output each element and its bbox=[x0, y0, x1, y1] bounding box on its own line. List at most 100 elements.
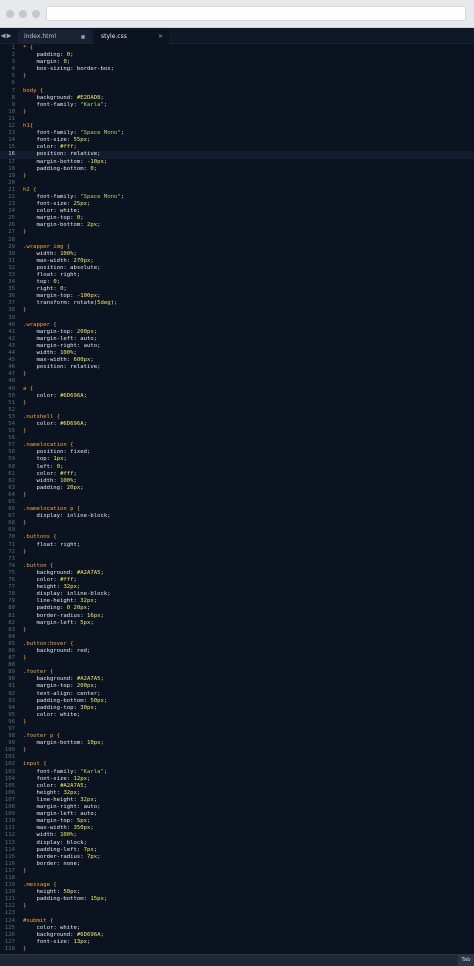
code-line[interactable]: 80 padding: 0 20px; bbox=[0, 605, 474, 612]
code-line[interactable]: 70 .buttons { bbox=[0, 534, 474, 541]
code-line[interactable]: 42 margin-left: auto; bbox=[0, 336, 474, 343]
code-line[interactable]: 64} bbox=[0, 492, 474, 499]
code-line[interactable]: 8 background: #E2DAD8; bbox=[0, 95, 474, 102]
code-line[interactable]: 90 background: #A2A7A5; bbox=[0, 676, 474, 683]
code-line[interactable]: 109 margin-left: auto; bbox=[0, 811, 474, 818]
code-line[interactable]: 16 position: relative; bbox=[0, 151, 474, 159]
code-line[interactable]: 126 background: #6D696A; bbox=[0, 932, 474, 939]
code-line[interactable]: 91 margin-top: 200px; bbox=[0, 683, 474, 690]
code-line[interactable]: 37 transform: rotate(5deg); bbox=[0, 300, 474, 307]
code-line[interactable]: 47} bbox=[0, 371, 474, 378]
tab-nav-arrows[interactable]: ◀▶ bbox=[0, 30, 14, 42]
code-line[interactable]: 32 position: absolute; bbox=[0, 265, 474, 272]
code-editor[interactable]: 1 * {2 padding: 0; 3 margin: 0; 4 box-sizin… bbox=[0, 45, 474, 954]
code-line[interactable]: 22 font-family: "Space Mono"; bbox=[0, 194, 474, 201]
code-line[interactable]: 41 margin-top: 200px; bbox=[0, 329, 474, 336]
code-line[interactable]: 53 .nutshell { bbox=[0, 414, 474, 421]
code-line[interactable]: 59 top: 1px; bbox=[0, 456, 474, 463]
code-line[interactable]: 88 bbox=[0, 662, 474, 669]
window-control-dot[interactable] bbox=[6, 10, 14, 18]
code-line[interactable]: 114 padding-left: 7px; bbox=[0, 847, 474, 854]
code-line[interactable]: 25 margin-top: 0; bbox=[0, 215, 474, 222]
code-line[interactable]: 127 font-size: 13px; bbox=[0, 939, 474, 946]
code-line[interactable]: 1 * { bbox=[0, 45, 474, 52]
code-line[interactable]: 96} bbox=[0, 719, 474, 726]
code-line[interactable]: 83} bbox=[0, 627, 474, 634]
code-line[interactable]: 17 margin-bottom: -10px; bbox=[0, 159, 474, 166]
code-line[interactable]: 54 color: #6D696A; bbox=[0, 421, 474, 428]
code-line[interactable]: 51} bbox=[0, 400, 474, 407]
code-line[interactable]: 121 padding-bottom: 15px; bbox=[0, 896, 474, 903]
code-line[interactable]: 65 bbox=[0, 499, 474, 506]
code-line[interactable]: 115 border-radius: 7px; bbox=[0, 854, 474, 861]
code-line[interactable]: 113 display: block; bbox=[0, 840, 474, 847]
code-line[interactable]: 117} bbox=[0, 868, 474, 875]
code-line[interactable]: 87} bbox=[0, 655, 474, 662]
code-line[interactable]: 61 color: #fff; bbox=[0, 471, 474, 478]
tab-style-css[interactable]: style.css ✕ bbox=[95, 30, 169, 44]
code-line[interactable]: 6 bbox=[0, 80, 474, 87]
code-line[interactable]: 128} bbox=[0, 946, 474, 953]
close-icon[interactable]: ✕ bbox=[158, 30, 163, 44]
code-line[interactable]: 82 margin-left: 5px; bbox=[0, 620, 474, 627]
code-line[interactable]: 71 float: right; bbox=[0, 542, 474, 549]
code-line[interactable]: 106 height: 32px; bbox=[0, 790, 474, 797]
code-line[interactable]: 24 color: white; bbox=[0, 208, 474, 215]
code-line[interactable]: 94 padding-top: 30px; bbox=[0, 705, 474, 712]
code-line[interactable]: 76 color: #fff; bbox=[0, 577, 474, 584]
code-line[interactable]: 56 bbox=[0, 435, 474, 442]
code-line[interactable]: 11 bbox=[0, 116, 474, 123]
code-line[interactable]: 81 border-radius: 16px; bbox=[0, 613, 474, 620]
code-line[interactable]: 34 top: 0; bbox=[0, 279, 474, 286]
code-line[interactable]: 99 margin-bottom: 10px; bbox=[0, 740, 474, 747]
code-line[interactable]: 18 padding-bottom: 0; bbox=[0, 166, 474, 173]
code-line[interactable]: 108 margin-right: auto; bbox=[0, 804, 474, 811]
code-line[interactable]: 98 .footer p { bbox=[0, 733, 474, 740]
code-line[interactable]: 101 bbox=[0, 754, 474, 761]
code-line[interactable]: 9 font-family: "Karla"; bbox=[0, 102, 474, 109]
code-line[interactable]: 75 background: #A2A7A5; bbox=[0, 570, 474, 577]
code-line[interactable]: 89 .footer { bbox=[0, 669, 474, 676]
code-line[interactable]: 38} bbox=[0, 307, 474, 314]
code-line[interactable]: 105 color: #A2A7A5; bbox=[0, 783, 474, 790]
code-line[interactable]: 29 .wrapper img { bbox=[0, 244, 474, 251]
code-line[interactable]: 97 bbox=[0, 726, 474, 733]
code-line[interactable]: 48 bbox=[0, 378, 474, 385]
code-line[interactable]: 84 bbox=[0, 634, 474, 641]
code-line[interactable]: 111 max-width: 350px; bbox=[0, 825, 474, 832]
code-line[interactable]: 123 bbox=[0, 910, 474, 917]
code-line[interactable]: 26 margin-bottom: 2px; bbox=[0, 222, 474, 229]
code-line[interactable]: 116 border: none; bbox=[0, 861, 474, 868]
code-line[interactable]: 100} bbox=[0, 747, 474, 754]
code-line[interactable]: 125 color: white; bbox=[0, 925, 474, 932]
code-line[interactable]: 21 h2 { bbox=[0, 187, 474, 194]
code-line[interactable]: 10} bbox=[0, 109, 474, 116]
code-line[interactable]: 45 max-width: 600px; bbox=[0, 357, 474, 364]
code-line[interactable]: 7 body { bbox=[0, 88, 474, 95]
code-line[interactable]: 92 text-align: center; bbox=[0, 691, 474, 698]
code-line[interactable]: 36 margin-top: -100px; bbox=[0, 293, 474, 300]
code-line[interactable]: 60 left: 0; bbox=[0, 464, 474, 471]
code-line[interactable]: 63 padding: 20px; bbox=[0, 485, 474, 492]
code-line[interactable]: 110 margin-top: 5px; bbox=[0, 818, 474, 825]
code-line[interactable]: 102 input { bbox=[0, 761, 474, 768]
code-line[interactable]: 79 line-height: 32px; bbox=[0, 598, 474, 605]
code-line[interactable]: 107 line-height: 32px; bbox=[0, 797, 474, 804]
code-line[interactable]: 77 height: 32px; bbox=[0, 584, 474, 591]
code-line[interactable]: 69 bbox=[0, 527, 474, 534]
code-line[interactable]: 27} bbox=[0, 229, 474, 236]
code-line[interactable]: 73 bbox=[0, 556, 474, 563]
code-line[interactable]: 43 margin-right: auto; bbox=[0, 343, 474, 350]
address-bar[interactable] bbox=[46, 6, 466, 21]
code-line[interactable]: 49 a { bbox=[0, 386, 474, 393]
window-control-dot[interactable] bbox=[32, 10, 40, 18]
code-line[interactable]: 23 font-size: 25px; bbox=[0, 201, 474, 208]
code-line[interactable]: 30 width: 100%; bbox=[0, 251, 474, 258]
code-line[interactable]: 13 font-family: "Space Mono"; bbox=[0, 130, 474, 137]
code-line[interactable]: 12 h1{ bbox=[0, 123, 474, 130]
code-line[interactable]: 19} bbox=[0, 173, 474, 180]
code-line[interactable]: 78 display: inline-block; bbox=[0, 591, 474, 598]
code-line[interactable]: 124 #submit { bbox=[0, 918, 474, 925]
code-line[interactable]: 112 width: 100%; bbox=[0, 832, 474, 839]
code-line[interactable]: 95 color: white; bbox=[0, 712, 474, 719]
